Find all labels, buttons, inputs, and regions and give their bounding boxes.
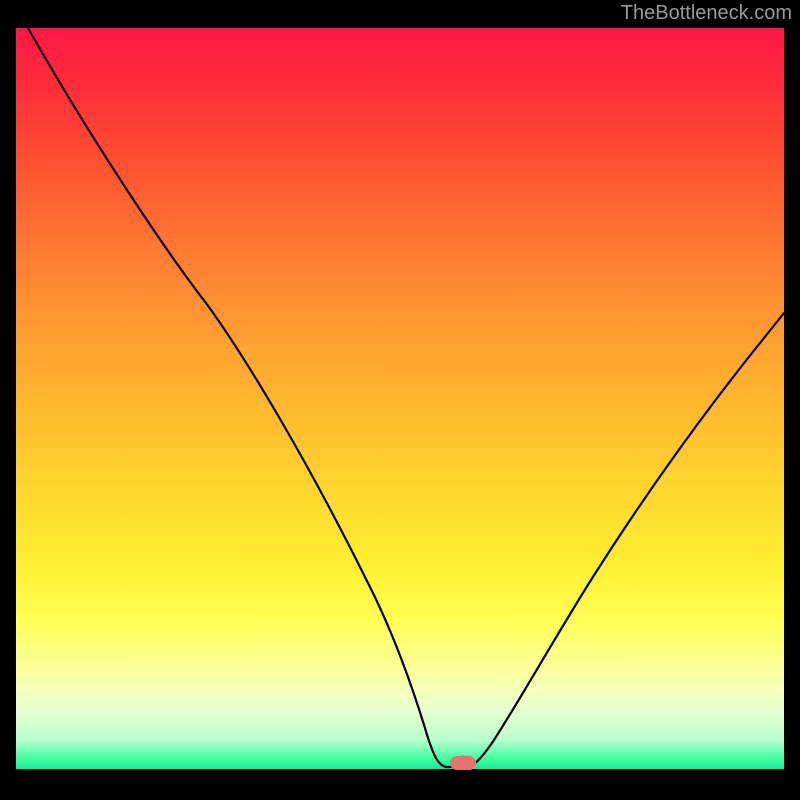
bottleneck-curve [16, 28, 784, 769]
chart-plot-area [16, 28, 784, 769]
watermark-text: TheBottleneck.com [621, 2, 792, 25]
optimal-point-marker [450, 756, 476, 770]
curve-path [28, 28, 784, 767]
